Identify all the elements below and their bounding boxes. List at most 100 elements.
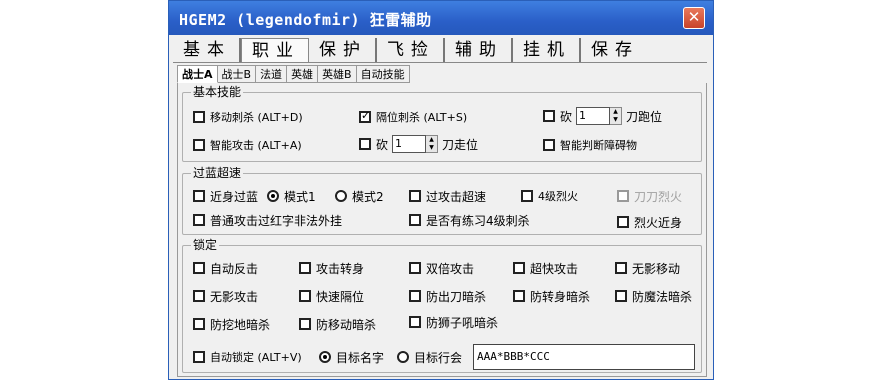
lock-option[interactable]: 防挖地暗杀 xyxy=(193,316,270,332)
checkbox-box[interactable] xyxy=(193,290,205,302)
fire4-checkbox[interactable]: 4级烈火 xyxy=(521,188,578,204)
checkbox-box[interactable] xyxy=(299,290,311,302)
fire-near-checkbox[interactable]: 烈火近身 xyxy=(617,214,682,230)
auto-lock-checkbox[interactable]: 自动锁定 (ALT+V) xyxy=(193,349,302,365)
practice4-checkbox[interactable]: 是否有练习4级刺杀 xyxy=(409,212,530,228)
title-bar[interactable]: HGEM2 (legendofmir) 狂雷辅助 ✕ xyxy=(169,1,713,35)
close-icon: ✕ xyxy=(687,8,701,26)
blade-fire-label: 刀刀烈火 xyxy=(634,189,683,204)
subtab-warrior-b[interactable]: 战士B xyxy=(217,65,257,83)
lock-option[interactable]: 无影移动 xyxy=(615,260,680,276)
target-name-radio[interactable]: 目标名字 xyxy=(319,349,384,365)
lock-option[interactable]: 无影攻击 xyxy=(193,288,258,304)
checkbox-box[interactable] xyxy=(513,262,525,274)
lock-option-label: 攻击转身 xyxy=(316,261,365,276)
chop-prefix-label: 砍 xyxy=(560,109,573,124)
smart-obstacle-checkbox[interactable]: 智能判断障碍物 xyxy=(543,137,637,153)
tab-autoplay[interactable]: 挂机 xyxy=(513,37,581,62)
chop-walk-spinner[interactable]: 1 ▲ ▼ xyxy=(392,135,439,153)
normal-attack-checkbox[interactable]: 普通攻击过红字非法外挂 xyxy=(193,212,342,228)
attack-speed-checkbox[interactable]: 过攻击超速 xyxy=(409,188,486,204)
lock-option-label: 防魔法暗杀 xyxy=(632,289,693,304)
spin-up-icon[interactable]: ▲ xyxy=(426,136,437,144)
close-button[interactable]: ✕ xyxy=(683,7,705,29)
lock-option[interactable]: 防转身暗杀 xyxy=(513,288,590,304)
checkbox-box[interactable] xyxy=(193,318,205,330)
run-suffix-label: 刀跑位 xyxy=(626,109,663,124)
checkbox-box[interactable] xyxy=(193,214,205,226)
auto-lock-label: 自动锁定 (ALT+V) xyxy=(210,351,302,364)
mode1-radio[interactable]: 模式1 xyxy=(267,188,316,204)
sep-stab-checkbox[interactable]: 隔位刺杀 (ALT+S) xyxy=(359,109,467,125)
checkbox-box[interactable] xyxy=(617,216,629,228)
checkbox-box xyxy=(617,190,629,202)
chop-run-value[interactable]: 1 xyxy=(576,107,611,125)
spin-up-icon[interactable]: ▲ xyxy=(610,108,621,116)
lock-option[interactable]: 攻击转身 xyxy=(299,260,364,276)
checkbox-box[interactable] xyxy=(359,109,371,123)
mode2-radio[interactable]: 模式2 xyxy=(335,188,384,204)
checkbox-box[interactable] xyxy=(193,351,205,363)
checkbox-box[interactable] xyxy=(193,262,205,274)
lock-option[interactable]: 快速隔位 xyxy=(299,288,364,304)
smart-attack-checkbox[interactable]: 智能攻击 (ALT+A) xyxy=(193,137,302,153)
target-name-label: 目标名字 xyxy=(336,350,385,365)
checkbox-box[interactable] xyxy=(615,262,627,274)
spin-down-icon[interactable]: ▼ xyxy=(426,144,437,152)
subtab-hero[interactable]: 英雄 xyxy=(287,65,319,83)
tab-save[interactable]: 保存 xyxy=(581,38,647,62)
fire4-label: 4级烈火 xyxy=(538,190,578,203)
checkbox-box[interactable] xyxy=(543,139,555,151)
tab-basic[interactable]: 基本 xyxy=(173,37,241,62)
checkbox-box[interactable] xyxy=(299,318,311,330)
lock-option[interactable]: 防魔法暗杀 xyxy=(615,288,692,304)
lock-option[interactable]: 自动反击 xyxy=(193,260,258,276)
chop-walk-value[interactable]: 1 xyxy=(392,135,427,153)
checkbox-box[interactable] xyxy=(409,214,421,226)
near-pass-checkbox[interactable]: 近身过蓝 xyxy=(193,188,258,204)
lock-option[interactable]: 防移动暗杀 xyxy=(299,316,376,332)
move-stab-checkbox[interactable]: 移动刺杀 (ALT+D) xyxy=(193,109,303,125)
lock-option[interactable]: 防狮子吼暗杀 xyxy=(409,314,498,330)
checkbox-box[interactable] xyxy=(543,110,555,122)
checkbox-box[interactable] xyxy=(193,139,205,151)
lock-option[interactable]: 超快攻击 xyxy=(513,260,578,276)
target-guild-label: 目标行会 xyxy=(414,350,463,365)
target-input[interactable]: AAA*BBB*CCC xyxy=(473,344,695,370)
checkbox-box[interactable] xyxy=(409,262,421,274)
main-tab-bar: 基本 职业 保护 飞捡 辅助 挂机 保存 xyxy=(173,37,707,63)
checkbox-box[interactable] xyxy=(193,190,205,202)
target-guild-radio[interactable]: 目标行会 xyxy=(397,349,462,365)
checkbox-box[interactable] xyxy=(409,316,421,328)
subtab-hero-b[interactable]: 英雄B xyxy=(318,65,357,83)
checkbox-box[interactable] xyxy=(615,290,627,302)
subtab-auto-skill[interactable]: 自动技能 xyxy=(356,65,410,83)
tab-protection[interactable]: 保护 xyxy=(309,37,377,62)
subtab-warrior-a[interactable]: 战士A xyxy=(177,65,218,83)
radio-circle[interactable] xyxy=(319,351,331,363)
radio-circle[interactable] xyxy=(335,190,347,202)
checkbox-box[interactable] xyxy=(359,138,371,150)
tab-panel: 基本技能 移动刺杀 (ALT+D) 隔位刺杀 (ALT+S) 砍 1 ▲▼ 刀跑… xyxy=(177,83,707,377)
lock-option[interactable]: 双倍攻击 xyxy=(409,260,474,276)
checkbox-box[interactable] xyxy=(521,190,533,202)
lock-option-label: 无影移动 xyxy=(632,261,681,276)
radio-circle[interactable] xyxy=(267,190,279,202)
checkbox-box[interactable] xyxy=(409,290,421,302)
checkbox-box[interactable] xyxy=(513,290,525,302)
checkbox-box[interactable] xyxy=(193,111,205,123)
tab-pickup[interactable]: 飞捡 xyxy=(377,37,445,62)
spin-down-icon[interactable]: ▼ xyxy=(610,116,621,124)
fire-near-label: 烈火近身 xyxy=(634,215,683,230)
radio-circle[interactable] xyxy=(397,351,409,363)
checkbox-box[interactable] xyxy=(299,262,311,274)
tab-assist[interactable]: 辅助 xyxy=(445,37,513,62)
smart-attack-label: 智能攻击 (ALT+A) xyxy=(210,139,302,152)
lock-option-label: 快速隔位 xyxy=(316,289,365,304)
chop-run-spinner[interactable]: 1 ▲ ▼ xyxy=(576,107,623,125)
checkbox-box[interactable] xyxy=(409,190,421,202)
lock-option-label: 防狮子吼暗杀 xyxy=(426,315,499,330)
tab-profession[interactable]: 职业 xyxy=(241,37,309,62)
subtab-mage-taoist[interactable]: 法道 xyxy=(256,65,288,83)
lock-option[interactable]: 防出刀暗杀 xyxy=(409,288,486,304)
